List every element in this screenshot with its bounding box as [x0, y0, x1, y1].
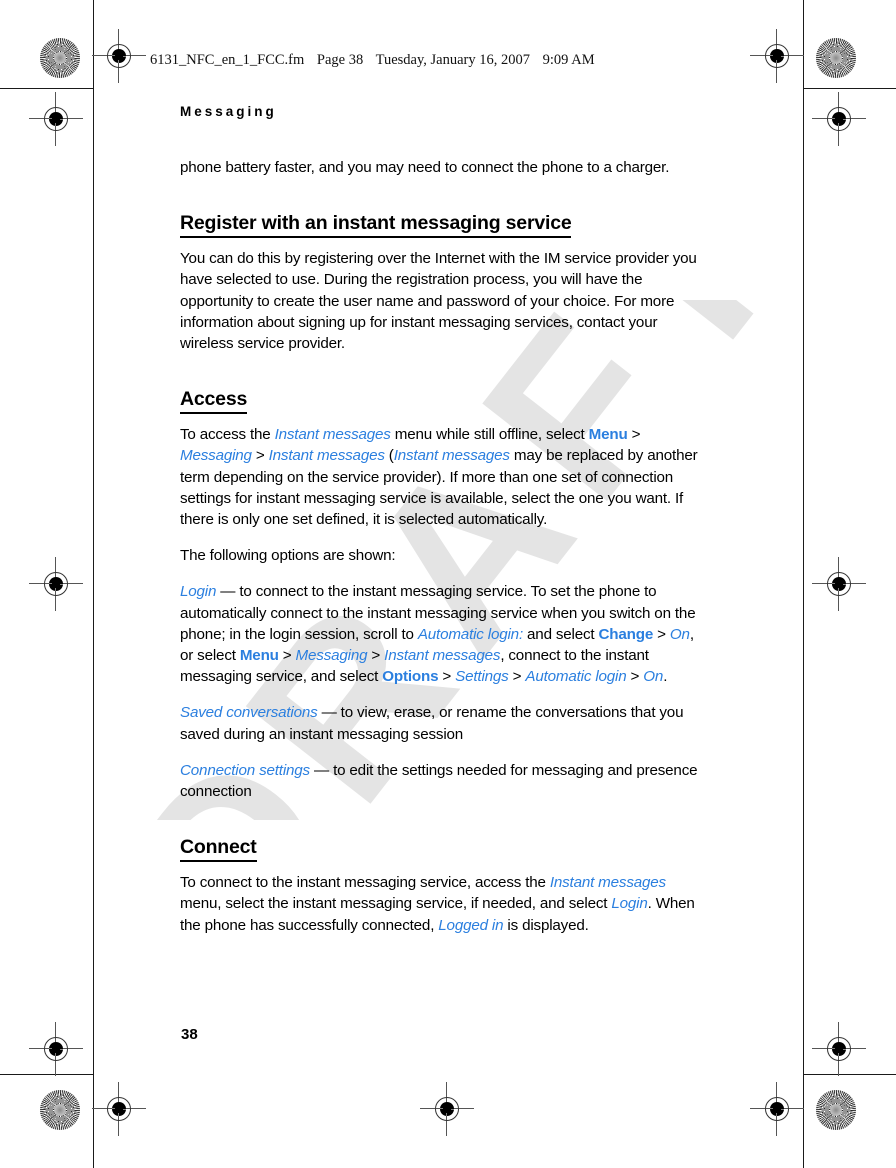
ui-command-menu: Menu [239, 647, 279, 665]
path-separator: > [627, 426, 641, 444]
registration-target-lower-left-corner [29, 1022, 83, 1076]
text-run: menu, select the instant messaging servi… [180, 895, 612, 913]
ui-param-on: On [669, 625, 690, 643]
page-edge-rule-left [93, 0, 94, 1168]
option-connection-settings: Connection settings — to edit the settin… [180, 760, 700, 802]
ui-param-messaging: Messaging [180, 447, 252, 465]
ui-param-messaging: Messaging [295, 647, 368, 665]
path-separator: > [626, 668, 644, 686]
path-separator: > [278, 647, 296, 665]
path-separator: > [438, 668, 456, 686]
registration-target-upper-left-corner [29, 92, 83, 146]
ui-param-connection-settings: Connection settings [180, 761, 310, 779]
registration-dot [770, 49, 784, 63]
ui-param-login: Login [180, 583, 217, 601]
registration-dot [832, 577, 846, 591]
source-filename: 6131_NFC_en_1_FCC.fm [150, 52, 305, 68]
ui-param-instant-messages: Instant messages [384, 647, 501, 665]
running-head: Messaging [180, 104, 277, 119]
intro-paragraph: phone battery faster, and you may need t… [180, 159, 670, 176]
ui-param-on: On [643, 668, 664, 686]
path-separator: > [367, 647, 385, 665]
registration-target-bottom-left [92, 1082, 146, 1136]
registration-target-lower-right-corner [812, 1022, 866, 1076]
registration-dot [49, 577, 63, 591]
trim-line-top-right [803, 88, 896, 89]
ui-param-instant-messages: Instant messages [274, 426, 391, 444]
ui-param-automatic-login: Automatic login [525, 668, 627, 686]
ui-param-settings: Settings [455, 668, 509, 686]
ui-param-instant-messages: Instant messages [549, 874, 666, 892]
section-connect: Connect To connect to the instant messag… [180, 817, 700, 936]
section-register: Register with an instant messaging servi… [180, 193, 700, 354]
registration-target-mid-right [812, 557, 866, 611]
path-separator: > [508, 668, 526, 686]
heading-access: Access [180, 387, 247, 415]
path-separator: > [251, 447, 269, 465]
registration-target-upper-right-corner [812, 92, 866, 146]
heading-connect: Connect [180, 835, 257, 863]
registration-target-bottom-right [750, 1082, 804, 1136]
prepress-filmstrip-header: 6131_NFC_en_1_FCC.fm Page 38 Tuesday, Ja… [150, 52, 604, 69]
page-edge-rule-right [803, 0, 804, 1168]
trim-line-top-left [0, 88, 93, 89]
paragraph-access-intro: To access the Instant messages menu whil… [180, 424, 700, 530]
registration-target-top-left [92, 29, 146, 83]
ui-command-options: Options [382, 668, 439, 686]
filmstrip-date: Tuesday, January 16, 2007 [375, 52, 530, 68]
ui-command-menu: Menu [588, 426, 628, 444]
registration-target-bottom-center [420, 1082, 474, 1136]
registration-dot [832, 112, 846, 126]
ui-param-saved-conversations: Saved conversations [180, 704, 318, 722]
ui-command-change: Change [598, 625, 654, 643]
paragraph-connect: To connect to the instant messaging serv… [180, 872, 700, 936]
page-text-column: Messaging phone battery faster, and you … [180, 104, 700, 951]
text-run: To access the [180, 426, 275, 444]
text-run: ( [384, 447, 394, 465]
text-run: is displayed. [503, 916, 589, 934]
option-saved-conversations: Saved conversations — to view, erase, or… [180, 702, 700, 744]
ui-param-login: Login [611, 895, 648, 913]
registration-target-top-right [750, 29, 804, 83]
text-run: menu while still offline, select [390, 426, 589, 444]
registration-dot [49, 112, 63, 126]
registration-dot [440, 1102, 454, 1116]
filmstrip-time: 9:09 AM [542, 52, 595, 68]
registration-dot [49, 1042, 63, 1056]
path-separator: > [653, 625, 670, 643]
section-access: Access To access the Instant messages me… [180, 369, 700, 802]
registration-dot [112, 1102, 126, 1116]
ui-param-instant-messages: Instant messages [268, 447, 385, 465]
text-run: . [663, 668, 668, 686]
ui-param-instant-messages: Instant messages [393, 447, 510, 465]
registration-target-mid-left [29, 557, 83, 611]
ui-param-logged-in: Logged in [438, 916, 504, 934]
registration-dot [112, 49, 126, 63]
page-number: 38 [181, 1026, 198, 1043]
paragraph-register: You can do this by registering over the … [180, 250, 697, 353]
registration-dot [770, 1102, 784, 1116]
text-run: and select [523, 625, 599, 643]
star-density-target-bottom-left [40, 1090, 80, 1130]
heading-register: Register with an instant messaging servi… [180, 211, 572, 239]
paragraph-options-lead: The following options are shown: [180, 547, 396, 565]
ui-param-automatic-login: Automatic login: [417, 625, 523, 643]
filmstrip-page-label: Page 38 [316, 52, 364, 68]
registration-dot [832, 1042, 846, 1056]
star-density-target-bottom-right [816, 1090, 856, 1130]
star-density-target-top-right [816, 38, 856, 78]
star-density-target-top-left [40, 38, 80, 78]
option-login: Login — to connect to the instant messag… [180, 581, 700, 687]
text-run: To connect to the instant messaging serv… [180, 874, 550, 892]
